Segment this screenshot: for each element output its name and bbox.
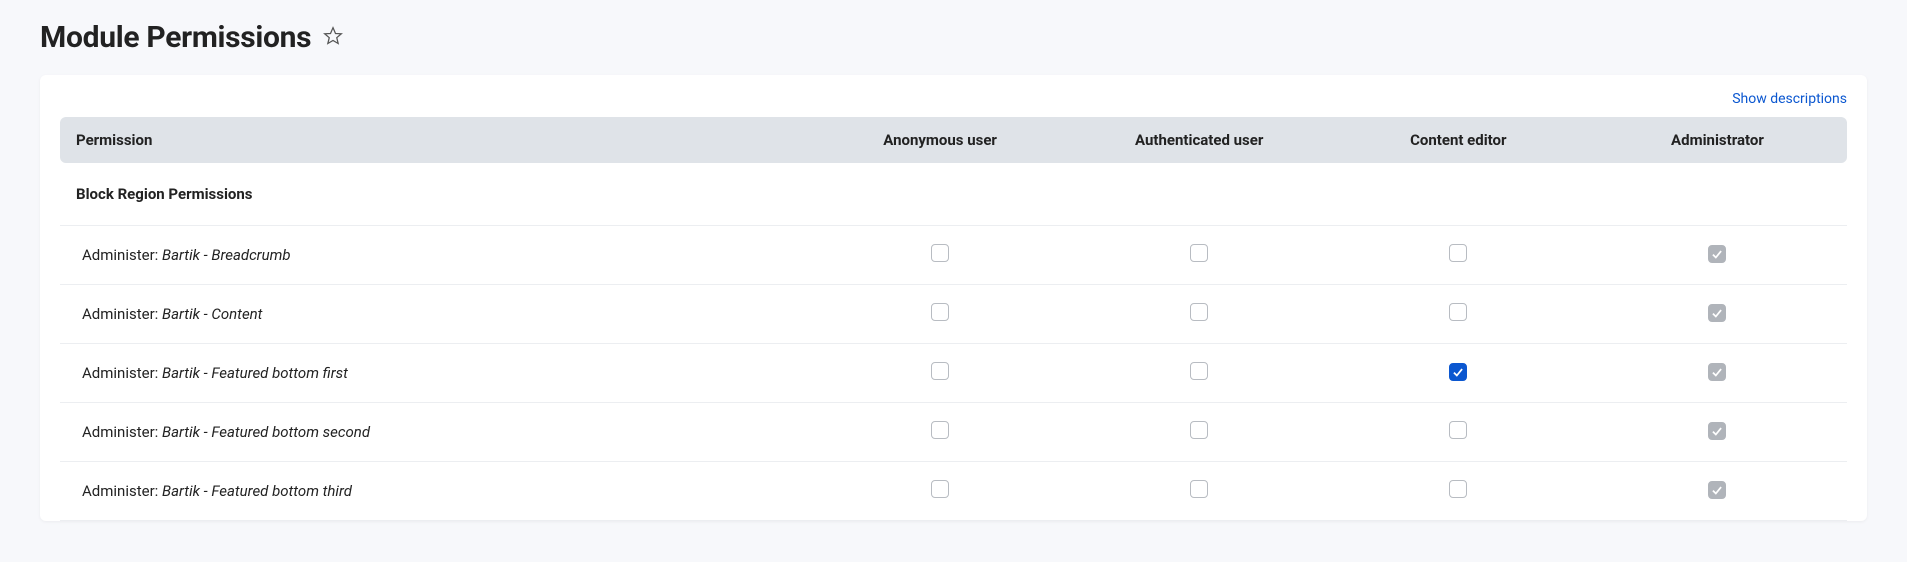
card-toolbar: Show descriptions	[60, 85, 1847, 117]
permission-checkbox[interactable]	[931, 362, 949, 380]
col-header-role: Content editor	[1329, 117, 1588, 163]
show-descriptions-link[interactable]: Show descriptions	[1732, 91, 1847, 107]
table-header-row: Permission Anonymous user Authenticated …	[60, 117, 1847, 163]
permission-checkbox[interactable]	[1190, 303, 1208, 321]
permission-checkbox	[1708, 481, 1726, 499]
permission-cell	[1070, 226, 1329, 285]
permission-checkbox	[1708, 363, 1726, 381]
col-header-role: Authenticated user	[1070, 117, 1329, 163]
table-row: Administer: Bartik - Breadcrumb	[60, 226, 1847, 285]
permission-item: Bartik - Content	[162, 305, 262, 323]
permission-checkbox[interactable]	[931, 480, 949, 498]
table-row: Administer: Bartik - Featured bottom sec…	[60, 403, 1847, 462]
permission-prefix: Administer:	[82, 482, 162, 500]
permission-prefix: Administer:	[82, 246, 162, 264]
permission-cell	[1329, 403, 1588, 462]
permission-checkbox[interactable]	[1190, 421, 1208, 439]
page-header: Module Permissions	[40, 20, 1867, 55]
permission-cell	[1588, 344, 1847, 403]
permission-checkbox[interactable]	[1190, 362, 1208, 380]
permission-group-label: Block Region Permissions	[60, 163, 1847, 226]
permission-cell	[1329, 462, 1588, 521]
permission-cell	[811, 462, 1070, 521]
col-header-role: Anonymous user	[811, 117, 1070, 163]
permission-checkbox	[1708, 304, 1726, 322]
permission-cell	[1588, 403, 1847, 462]
page-title: Module Permissions	[40, 20, 311, 55]
permission-item: Bartik - Breadcrumb	[162, 246, 291, 264]
table-row: Administer: Bartik - Featured bottom thi…	[60, 462, 1847, 521]
star-icon[interactable]	[323, 26, 343, 50]
permission-item: Bartik - Featured bottom first	[162, 364, 348, 382]
permission-checkbox[interactable]	[1190, 480, 1208, 498]
permission-item: Bartik - Featured bottom third	[162, 482, 352, 500]
permission-cell	[1070, 403, 1329, 462]
permission-item: Bartik - Featured bottom second	[162, 423, 370, 441]
permission-cell	[1588, 226, 1847, 285]
permission-cell	[811, 285, 1070, 344]
permission-cell	[1329, 285, 1588, 344]
permission-label: Administer: Bartik - Content	[60, 285, 811, 344]
permission-label: Administer: Bartik - Featured bottom sec…	[60, 403, 811, 462]
permission-checkbox	[1708, 422, 1726, 440]
permissions-card: Show descriptions Permission Anonymous u…	[40, 75, 1867, 521]
permission-group-row: Block Region Permissions	[60, 163, 1847, 226]
permission-cell	[1329, 344, 1588, 403]
permission-cell	[811, 226, 1070, 285]
permission-checkbox[interactable]	[931, 303, 949, 321]
table-body: Block Region Permissions Administer: Bar…	[60, 163, 1847, 521]
permission-cell	[1329, 226, 1588, 285]
permission-label: Administer: Bartik - Featured bottom fir…	[60, 344, 811, 403]
permission-checkbox[interactable]	[931, 421, 949, 439]
permission-checkbox	[1708, 245, 1726, 263]
permission-label: Administer: Bartik - Breadcrumb	[60, 226, 811, 285]
permission-cell	[1588, 462, 1847, 521]
permission-cell	[811, 403, 1070, 462]
table-row: Administer: Bartik - Content	[60, 285, 1847, 344]
permission-checkbox[interactable]	[1190, 244, 1208, 262]
permission-prefix: Administer:	[82, 423, 162, 441]
col-header-permission: Permission	[60, 117, 811, 163]
permission-checkbox[interactable]	[1449, 244, 1467, 262]
permission-prefix: Administer:	[82, 364, 162, 382]
permission-label: Administer: Bartik - Featured bottom thi…	[60, 462, 811, 521]
col-header-role: Administrator	[1588, 117, 1847, 163]
permission-checkbox[interactable]	[1449, 303, 1467, 321]
permission-prefix: Administer:	[82, 305, 162, 323]
permission-checkbox[interactable]	[931, 244, 949, 262]
permission-cell	[811, 344, 1070, 403]
permission-cell	[1070, 285, 1329, 344]
permission-cell	[1070, 344, 1329, 403]
permission-checkbox[interactable]	[1449, 421, 1467, 439]
table-row: Administer: Bartik - Featured bottom fir…	[60, 344, 1847, 403]
permissions-table: Permission Anonymous user Authenticated …	[60, 117, 1847, 521]
permission-checkbox[interactable]	[1449, 363, 1467, 381]
permission-cell	[1070, 462, 1329, 521]
permission-cell	[1588, 285, 1847, 344]
permission-checkbox[interactable]	[1449, 480, 1467, 498]
